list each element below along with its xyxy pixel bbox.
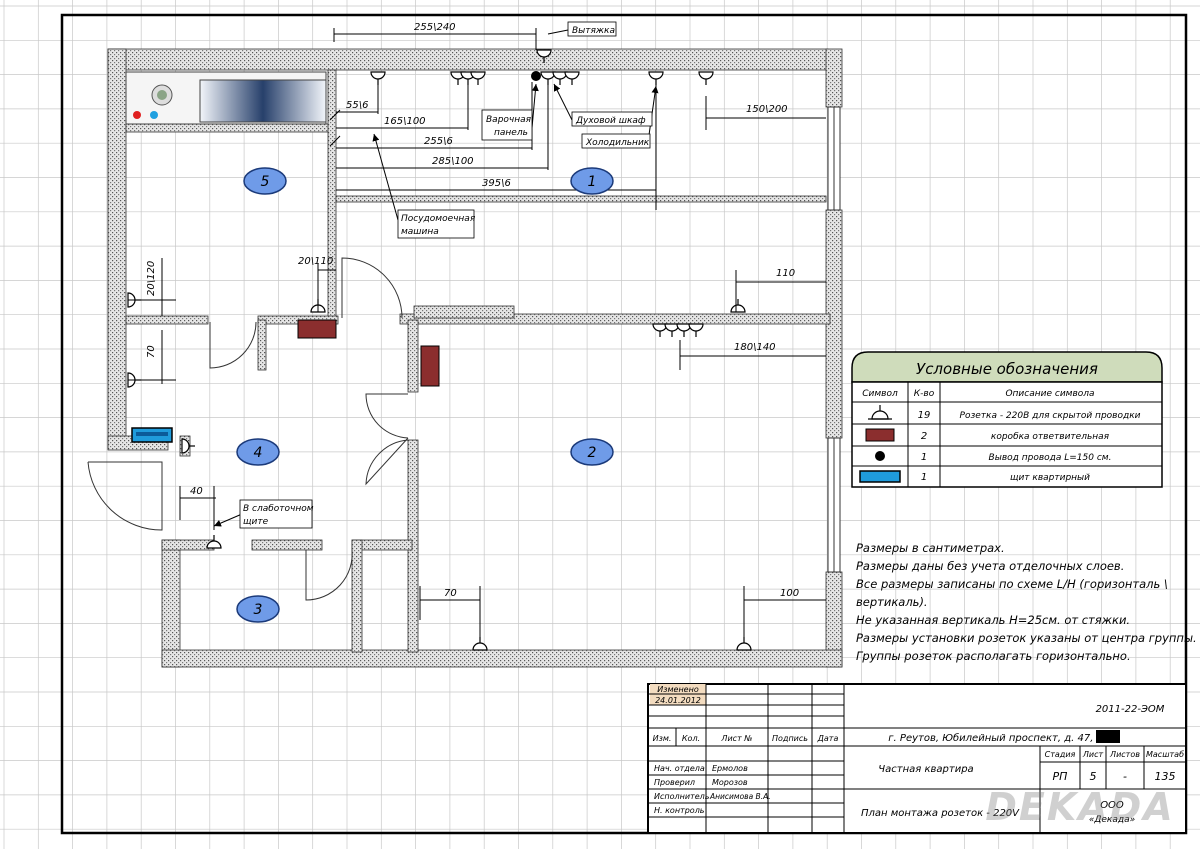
col-header: Изм. [653, 734, 672, 743]
stage-header: Листов [1109, 750, 1140, 759]
kitchen-fixtures [125, 71, 327, 125]
junction-box-icon [420, 345, 440, 387]
role-name: Анисимова В.А. [709, 792, 771, 801]
note-line: Все размеры записаны по схеме L/H (гориз… [856, 577, 1168, 591]
title-block: Изменено 24.01.2012 2011-22-ЭОМ г. Реуто… [647, 683, 1187, 834]
changed-date: 24.01.2012 [655, 696, 701, 705]
dimension-label: 180\140 [734, 342, 776, 353]
dimension-label: 255\6 [424, 136, 453, 147]
callout-dishwasher-line1: Посудомоечная [401, 214, 476, 224]
socket-icon [470, 71, 486, 85]
note-line: Размеры установки розеток указаны от цен… [856, 631, 1197, 645]
doc-number: 2011-22-ЭОМ [1096, 704, 1165, 715]
legend-count: 19 [918, 410, 931, 421]
dimension-label: 255\240 [414, 22, 456, 33]
col-header: Дата [817, 734, 839, 743]
dimension-label: 20\110 [298, 256, 333, 267]
col-header: Лист № [720, 734, 752, 743]
junction-box-icon [297, 319, 337, 339]
room-badge-3: 3 [236, 595, 280, 623]
callout-hob-line2: панель [494, 128, 528, 138]
dimension-label: 165\100 [384, 116, 426, 127]
socket-icon [730, 299, 746, 313]
role-label: Проверил [654, 778, 695, 787]
callout-hob-line1: Варочная [486, 115, 532, 125]
room-badge-2: 2 [570, 438, 614, 466]
room-number: 4 [254, 445, 263, 461]
legend-desc: Розетка - 220В для скрытой проводки [960, 411, 1141, 421]
watermark-logo: DEKADA [985, 785, 1174, 829]
panel-icon [859, 470, 901, 483]
notes: Размеры в сантиметрах. Размеры даны без … [856, 541, 1197, 663]
room-number: 1 [588, 174, 597, 190]
legend-desc: щит квартирный [1010, 473, 1090, 483]
callout-hood: Вытяжка [572, 26, 615, 36]
stage-value: 5 [1090, 770, 1097, 783]
callout-fridge: Холодильник [585, 138, 650, 148]
floor-plan-sheet: Вытяжка Варочная панель Духовой шкаф Хол… [0, 0, 1200, 849]
note-line: Размеры в сантиметрах. [856, 541, 1005, 555]
note-line: вертикаль). [856, 595, 928, 609]
dimension-label: 395\6 [482, 178, 511, 189]
dimension-label: 285\100 [432, 156, 474, 167]
legend-header-symbol: Символ [862, 389, 898, 399]
dimension-label: 110 [776, 268, 795, 279]
junction-box-icon [865, 428, 895, 442]
address: г. Реутов, Юбилейный проспект, д. 47, кв… [888, 732, 1111, 744]
stage-value: 135 [1155, 770, 1176, 783]
stage-header: Стадия [1045, 750, 1076, 759]
callout-lowcurrent-line2: щите [243, 517, 269, 527]
role-name: Ермолов [712, 764, 748, 773]
redacted-apartment [1096, 730, 1120, 743]
room-number: 2 [588, 445, 597, 461]
changed-label: Изменено [657, 685, 699, 694]
wire-outlet-icon [531, 71, 541, 81]
stage-value: РП [1053, 770, 1068, 783]
col-header: Кол. [682, 734, 700, 743]
role-label: Нач. отдела [654, 764, 705, 773]
legend-count: 1 [921, 452, 927, 463]
role-name: Морозов [712, 778, 748, 787]
stage-header: Масштаб [1146, 750, 1184, 759]
legend-title: Условные обозначения [916, 360, 1098, 378]
legend-header-desc: Описание символа [1005, 389, 1094, 399]
room-number: 5 [261, 174, 270, 190]
stage-header: Лист [1082, 750, 1104, 759]
dimension-label: 70 [444, 588, 457, 599]
col-header: Подпись [772, 734, 808, 743]
socket-icon [698, 71, 714, 85]
dimension-label: 150\200 [746, 104, 788, 115]
socket-icon [564, 71, 580, 85]
socket-icon [688, 323, 704, 337]
callout-oven: Духовой шкаф [575, 116, 646, 126]
legend-desc: коробка ответвительная [991, 432, 1110, 442]
legend-header-count: К-во [914, 389, 935, 399]
legend-count: 1 [921, 472, 927, 483]
walls [107, 48, 843, 668]
object-name: Частная квартира [878, 764, 973, 775]
dimension-label: 55\6 [346, 100, 368, 111]
dimension-label: 100 [780, 588, 799, 599]
legend-desc: Вывод провода L=150 см. [989, 453, 1112, 463]
callout-dishwasher-line2: машина [401, 227, 439, 237]
dimension-label: 20\120 [146, 261, 157, 296]
legend: Условные обозначения Символ К-во Описани… [851, 351, 1163, 488]
room-badge-1: 1 [570, 167, 614, 195]
room-number: 3 [254, 602, 263, 618]
dimension-label: 70 [146, 345, 157, 358]
wire-outlet-icon [875, 451, 885, 461]
room-badge-5: 5 [243, 167, 287, 195]
note-line: Размеры даны без учета отделочных слоев. [856, 559, 1124, 573]
note-line: Не указанная вертикаль H=25см. от стяжки… [856, 613, 1130, 627]
role-label: Н. контроль [654, 806, 705, 815]
role-label: Исполнитель [654, 792, 710, 801]
stage-value: - [1123, 770, 1127, 783]
room-badge-4: 4 [236, 438, 280, 466]
floor-plan-drawing: Вытяжка Варочная панель Духовой шкаф Хол… [0, 0, 1200, 849]
legend-count: 2 [921, 431, 927, 442]
panel-icon [131, 427, 173, 443]
callout-lowcurrent-line1: В слаботочном [243, 504, 314, 514]
note-line: Группы розеток располагать горизонтально… [856, 649, 1131, 663]
dimension-label: 40 [190, 486, 203, 497]
